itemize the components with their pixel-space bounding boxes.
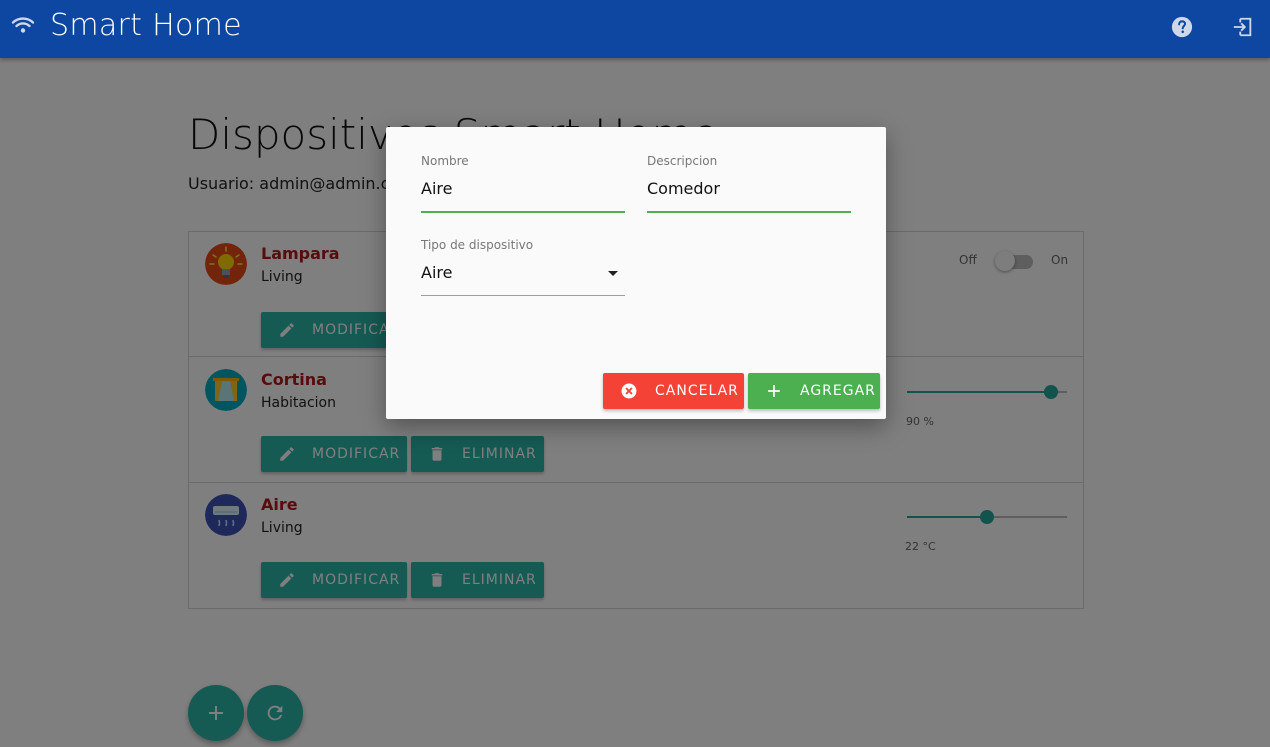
nombre-label: Nombre [421,154,469,168]
nombre-input[interactable]: Aire [421,179,452,198]
help-icon[interactable] [1171,16,1193,38]
app-title: Smart Home [50,8,242,43]
tipo-underline [421,295,625,296]
add-button[interactable]: AGREGAR [748,373,880,409]
tipo-select[interactable]: Aire [421,263,452,282]
add-device-dialog: Nombre Aire Descripcion Comedor Tipo de … [386,127,886,419]
descripcion-label: Descripcion [647,154,718,168]
descripcion-underline [647,211,851,213]
cancel-circle-icon [621,383,637,399]
wifi-icon [11,17,35,33]
add-label: AGREGAR [800,383,876,399]
nombre-underline [421,211,625,213]
cancel-button[interactable]: CANCELAR [603,373,744,409]
logout-icon[interactable] [1232,16,1254,38]
plus-icon [768,385,780,397]
cancel-label: CANCELAR [655,383,739,399]
descripcion-input[interactable]: Comedor [647,179,720,198]
tipo-label: Tipo de dispositivo [421,238,534,252]
dropdown-caret-icon[interactable] [608,271,618,276]
app-bar: Smart Home [0,0,1270,58]
